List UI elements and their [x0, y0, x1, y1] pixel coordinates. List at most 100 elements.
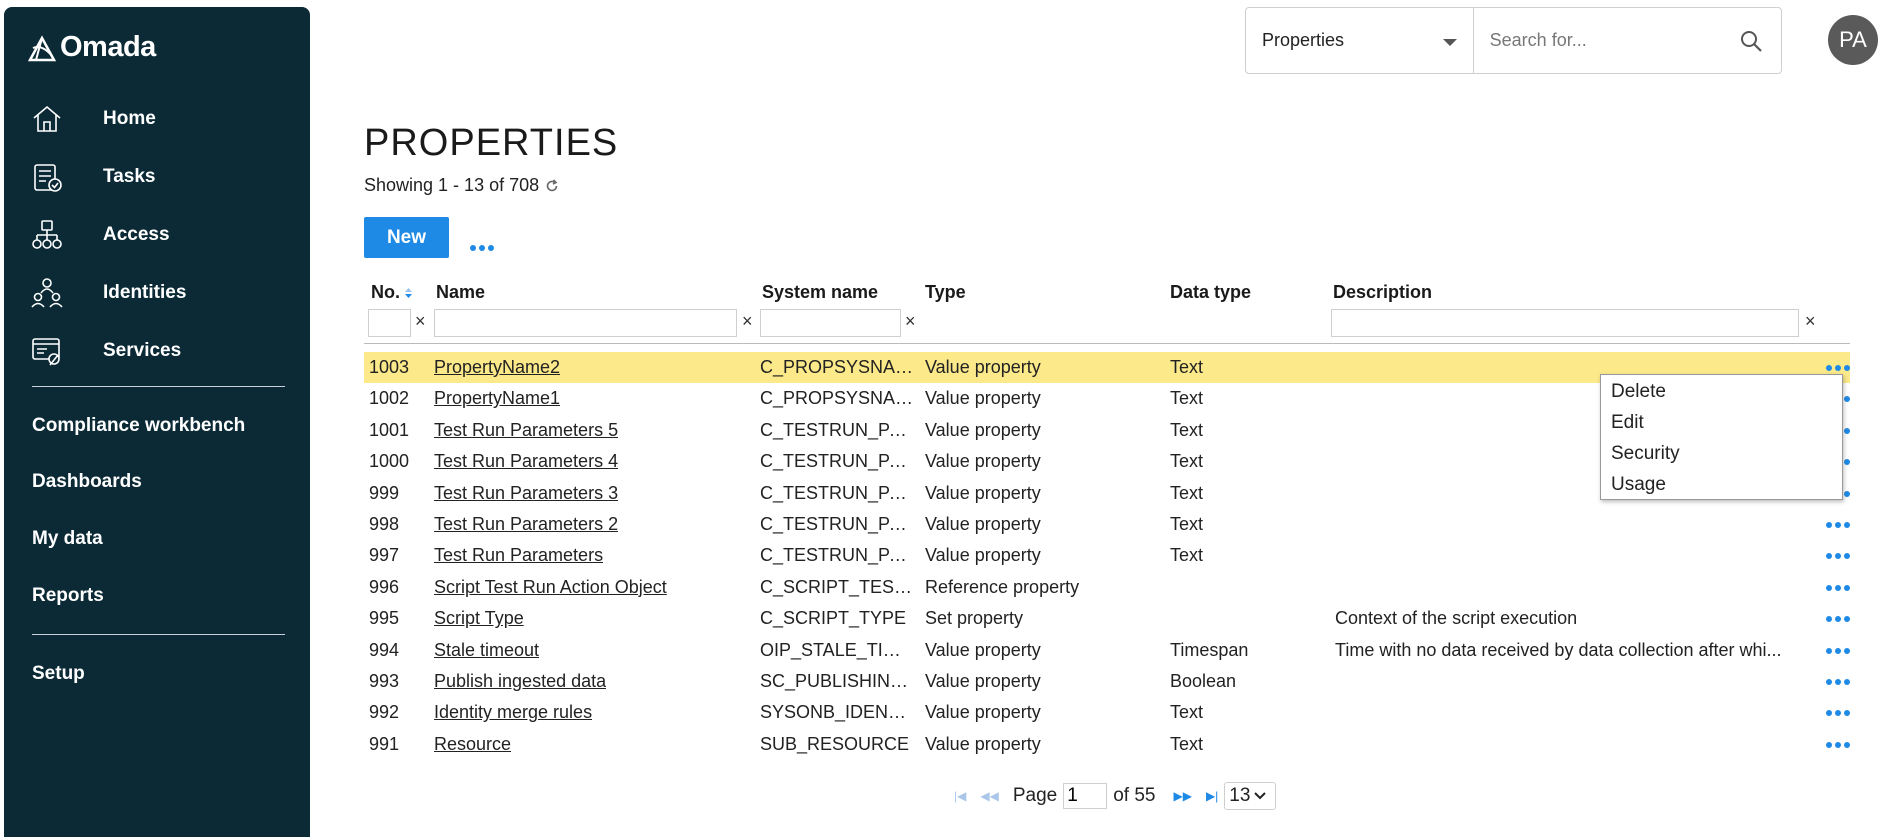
row-actions-icon[interactable] — [1826, 365, 1850, 371]
cell-no: 997 — [369, 545, 400, 566]
cell-name[interactable]: Resource — [434, 734, 511, 755]
column-header-type[interactable]: Type — [925, 282, 966, 303]
cell-no: 992 — [369, 702, 400, 723]
clear-filter-icon[interactable]: × — [742, 311, 753, 332]
sidebar-divider — [32, 386, 285, 387]
cell-name[interactable]: Test Run Parameters — [434, 545, 603, 566]
clear-filter-icon[interactable]: × — [1805, 311, 1816, 332]
table-row[interactable]: 993 Publish ingested data SC_PUBLISHING...… — [364, 666, 1850, 697]
cell-system-name: C_PROPSYSNAM... — [760, 388, 915, 409]
nav-compliance-workbench[interactable]: Compliance workbench — [32, 415, 245, 437]
cell-name[interactable]: Script Test Run Action Object — [434, 577, 667, 598]
header-divider — [364, 343, 1850, 344]
table-row[interactable]: 996 Script Test Run Action Object C_SCRIPT… — [364, 572, 1850, 603]
user-avatar[interactable]: PA — [1828, 15, 1878, 65]
menu-item-usage[interactable]: Usage — [1611, 474, 1666, 496]
table-row[interactable]: 994 Stale timeout OIP_STALE_TIME... Value p… — [364, 635, 1850, 666]
search-scope-select[interactable]: Properties — [1246, 8, 1474, 73]
next-page-icon[interactable]: ▶▶ — [1173, 789, 1191, 803]
table-row[interactable]: 998 Test Run Parameters 2 C_TESTRUN_PAR...… — [364, 509, 1850, 540]
cell-data-type: Boolean — [1170, 671, 1237, 691]
nav-services-label: Services — [103, 340, 182, 361]
cell-name[interactable]: Test Run Parameters 2 — [434, 514, 618, 535]
row-actions-icon[interactable] — [1826, 553, 1850, 560]
column-header-description[interactable]: Description — [1333, 282, 1432, 303]
cell-name[interactable]: Publish ingested data — [434, 671, 606, 692]
page-size-value: 13 — [1229, 785, 1251, 806]
cell-data-type: Timespan — [1170, 639, 1249, 660]
services-icon — [32, 338, 60, 366]
nav-tasks[interactable]: Tasks — [30, 157, 155, 197]
cell-type: Value property — [925, 545, 1041, 566]
row-actions-icon[interactable] — [1826, 741, 1850, 748]
table-row[interactable]: 992 Identity merge rules SYSONB_IDENTI... V… — [364, 697, 1850, 728]
cell-type: Value property — [925, 357, 1041, 377]
cell-name[interactable]: Script Type — [434, 608, 524, 629]
row-actions-icon[interactable] — [1826, 522, 1850, 528]
row-actions-icon[interactable] — [1826, 584, 1850, 591]
nav-dashboards[interactable]: Dashboards — [32, 471, 142, 493]
first-page-icon[interactable]: |◀ — [954, 789, 966, 803]
nav-identities-label: Identities — [103, 282, 187, 303]
cell-no: 1003 — [369, 357, 410, 377]
cell-type: Value property — [925, 671, 1041, 691]
column-header-no[interactable]: No. — [371, 282, 413, 303]
cell-name[interactable]: Identity merge rules — [434, 702, 592, 723]
last-page-icon[interactable]: ▶| — [1206, 789, 1218, 803]
cell-name[interactable]: PropertyName2 — [434, 357, 560, 378]
omada-logo[interactable]: Omada — [28, 31, 156, 64]
table-row[interactable]: 991 Resource SUB_RESOURCE Value property Tex… — [364, 729, 1850, 760]
nav-setup[interactable]: Setup — [32, 663, 85, 685]
cell-data-type: Text — [1170, 451, 1204, 472]
search-button[interactable] — [1722, 8, 1781, 73]
menu-item-security[interactable]: Security — [1611, 443, 1680, 465]
cell-no: 994 — [369, 639, 400, 660]
search-input[interactable] — [1473, 8, 1722, 73]
page-number-input[interactable] — [1063, 783, 1108, 809]
cell-system-name: C_TESTRUN_PAR... — [760, 419, 915, 440]
column-header-name[interactable]: Name — [436, 282, 485, 303]
menu-item-edit[interactable]: Edit — [1611, 412, 1644, 434]
prev-page-icon[interactable]: ◀◀ — [980, 789, 998, 803]
nav-services[interactable]: Services — [30, 331, 181, 371]
cell-name[interactable]: PropertyName1 — [434, 388, 560, 409]
filter-name-input[interactable] — [434, 309, 737, 337]
new-button[interactable]: New — [364, 217, 449, 258]
clear-filter-icon[interactable]: × — [905, 311, 916, 332]
column-header-system-name[interactable]: System name — [762, 282, 878, 303]
cell-data-type: Text — [1170, 357, 1204, 377]
cell-data-type: Text — [1170, 545, 1204, 566]
nav-my-data[interactable]: My data — [32, 528, 103, 550]
cell-name[interactable]: Stale timeout — [434, 640, 539, 661]
table-row[interactable]: 997 Test Run Parameters C_TESTRUN_PAR... Va… — [364, 540, 1850, 571]
nav-identities[interactable]: Identities — [30, 273, 186, 313]
menu-item-delete[interactable]: Delete — [1611, 381, 1666, 403]
nav-home[interactable]: Home — [30, 99, 156, 139]
caret-down-icon — [1442, 39, 1457, 46]
row-actions-icon[interactable] — [1826, 616, 1850, 623]
cell-description: Time with no data received by data colle… — [1335, 639, 1782, 660]
clear-filter-icon[interactable]: × — [415, 311, 426, 332]
table-row[interactable]: 995 Script Type C_SCRIPT_TYPE Set property C… — [364, 603, 1850, 634]
refresh-icon[interactable] — [545, 178, 559, 193]
filter-description-input[interactable] — [1331, 309, 1799, 337]
cell-name[interactable]: Test Run Parameters 4 — [434, 451, 618, 472]
page-size-select[interactable]: 13 — [1224, 782, 1277, 810]
cell-system-name: C_TESTRUN_PAR... — [760, 545, 915, 566]
row-actions-icon[interactable] — [1826, 647, 1850, 654]
row-actions-icon[interactable] — [1826, 679, 1850, 685]
record-count: Showing 1 - 13 of 708 — [364, 175, 559, 196]
cell-system-name: C_SCRIPT_TESTR... — [760, 576, 915, 597]
cell-type: Value property — [925, 419, 1041, 440]
nav-reports[interactable]: Reports — [32, 585, 104, 607]
row-actions-icon[interactable] — [1826, 710, 1850, 717]
cell-name[interactable]: Test Run Parameters 3 — [434, 483, 618, 504]
more-actions-icon[interactable] — [470, 245, 494, 251]
filter-no-input[interactable] — [368, 309, 411, 337]
sidebar-divider — [32, 634, 285, 635]
filter-system-name-input[interactable] — [760, 309, 901, 337]
column-header-data-type[interactable]: Data type — [1170, 282, 1251, 303]
nav-access[interactable]: Access — [30, 215, 170, 255]
cell-name[interactable]: Test Run Parameters 5 — [434, 420, 618, 441]
cell-system-name: SUB_RESOURCE — [760, 733, 910, 754]
